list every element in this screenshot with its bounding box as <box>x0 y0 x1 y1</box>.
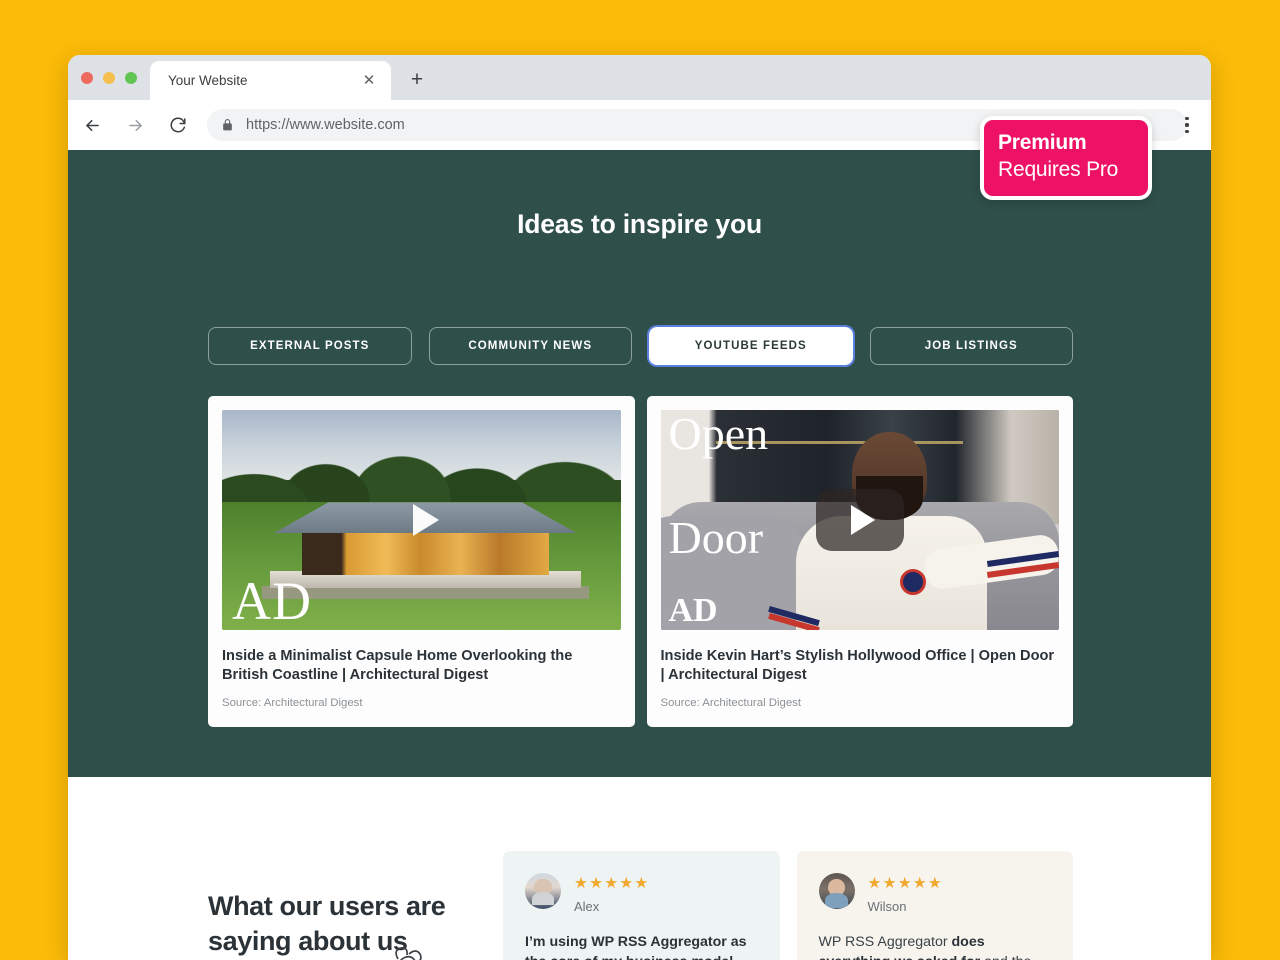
testimonial-header: ★★★★★ Alex <box>525 873 758 914</box>
address-bar-url: https://www.website.com <box>246 117 405 133</box>
arrow-left-icon[interactable] <box>77 110 107 140</box>
bee-doodle-icon <box>343 942 438 960</box>
video-card[interactable]: Open Door AD Inside Kevin Hart’s Stylish… <box>646 396 1073 727</box>
testimonial-list: ★★★★★ Alex I’m using WP RSS Aggregator a… <box>503 851 1073 960</box>
star-rating: ★★★★★ <box>867 875 943 892</box>
testimonial-card: ★★★★★ Alex I’m using WP RSS Aggregator a… <box>503 851 780 960</box>
arrow-right-icon[interactable] <box>120 110 150 140</box>
page-title: Ideas to inspire you <box>517 209 762 239</box>
video-source: Source: Architectural Digest <box>222 696 363 709</box>
ad-watermark: AD <box>668 592 718 629</box>
close-window-button[interactable] <box>81 72 93 84</box>
tab-job-listings[interactable]: JOB LISTINGS <box>869 327 1073 365</box>
lock-icon <box>221 118 234 132</box>
testimonial-author: Wilson <box>867 898 907 914</box>
testimonial-card: ★★★★★ Wilson WP RSS Aggregator does ever… <box>796 851 1073 960</box>
hero-section: Ideas to inspire you EXTERNAL POSTS COMM… <box>68 150 1211 777</box>
testimonial-quote: WP RSS Aggregator does everything we ask… <box>819 932 1052 960</box>
feed-tab-list: EXTERNAL POSTS COMMUNITY NEWS YOUTUBE FE… <box>208 327 1073 365</box>
video-thumbnail[interactable]: Open Door AD <box>660 410 1059 630</box>
kebab-menu-icon[interactable] <box>1177 114 1197 136</box>
video-card-list: AD Inside a Minimalist Capsule Home Over… <box>208 396 1073 727</box>
maximize-window-button[interactable] <box>125 72 137 84</box>
reload-icon[interactable] <box>163 110 193 140</box>
window-traffic-lights <box>81 72 137 84</box>
browser-tab[interactable]: Your Website ✕ <box>150 61 391 100</box>
tab-label: JOB LISTINGS <box>924 340 1018 352</box>
close-icon[interactable]: ✕ <box>361 73 377 89</box>
tab-label: EXTERNAL POSTS <box>250 340 370 352</box>
premium-badge-line2: Requires Pro <box>998 158 1119 182</box>
thumbnail-shirt-logo <box>899 568 926 595</box>
testimonial-quote-bold: I’m using WP RSS Aggregator as the core … <box>525 933 747 960</box>
browser-tab-bar: Your Website ✕ + <box>68 55 1211 100</box>
testimonial-author: Alex <box>574 898 600 914</box>
video-title: Inside Kevin Hart’s Stylish Hollywood Of… <box>660 648 1055 684</box>
testimonial-quote: I’m using WP RSS Aggregator as the core … <box>525 932 758 960</box>
testimonials-section: What our users are saying about us ★★★★★… <box>68 777 1211 960</box>
premium-badge-line1: Premium <box>998 131 1087 154</box>
door-watermark: Door <box>668 511 764 563</box>
video-title: Inside a Minimalist Capsule Home Overloo… <box>222 648 573 684</box>
testimonial-header: ★★★★★ Wilson <box>818 873 1052 914</box>
tab-youtube-feeds[interactable]: YOUTUBE FEEDS <box>649 327 853 365</box>
video-card[interactable]: AD Inside a Minimalist Capsule Home Over… <box>208 396 635 727</box>
testimonial-quote-lead: WP RSS Aggregator <box>818 933 952 950</box>
youtube-play-icon[interactable] <box>815 489 904 551</box>
video-source: Source: Architectural Digest <box>660 696 802 709</box>
tab-community-news[interactable]: COMMUNITY NEWS <box>428 327 632 365</box>
play-icon[interactable] <box>413 504 440 536</box>
open-watermark: Open <box>668 410 769 459</box>
tab-external-posts[interactable]: EXTERNAL POSTS <box>208 327 412 365</box>
tab-label: COMMUNITY NEWS <box>468 340 593 352</box>
star-rating: ★★★★★ <box>574 875 650 892</box>
minimize-window-button[interactable] <box>103 72 115 84</box>
avatar <box>818 873 855 909</box>
ad-watermark: AD <box>232 571 312 630</box>
video-thumbnail[interactable]: AD <box>222 410 621 630</box>
browser-tab-title: Your Website <box>168 73 248 88</box>
premium-badge: Premium Requires Pro <box>980 116 1152 200</box>
thumbnail-treeline <box>222 440 621 512</box>
avatar <box>525 873 561 909</box>
tab-label: YOUTUBE FEEDS <box>694 340 807 352</box>
plus-icon[interactable]: + <box>406 68 428 90</box>
page-viewport: Ideas to inspire you EXTERNAL POSTS COMM… <box>68 150 1211 960</box>
